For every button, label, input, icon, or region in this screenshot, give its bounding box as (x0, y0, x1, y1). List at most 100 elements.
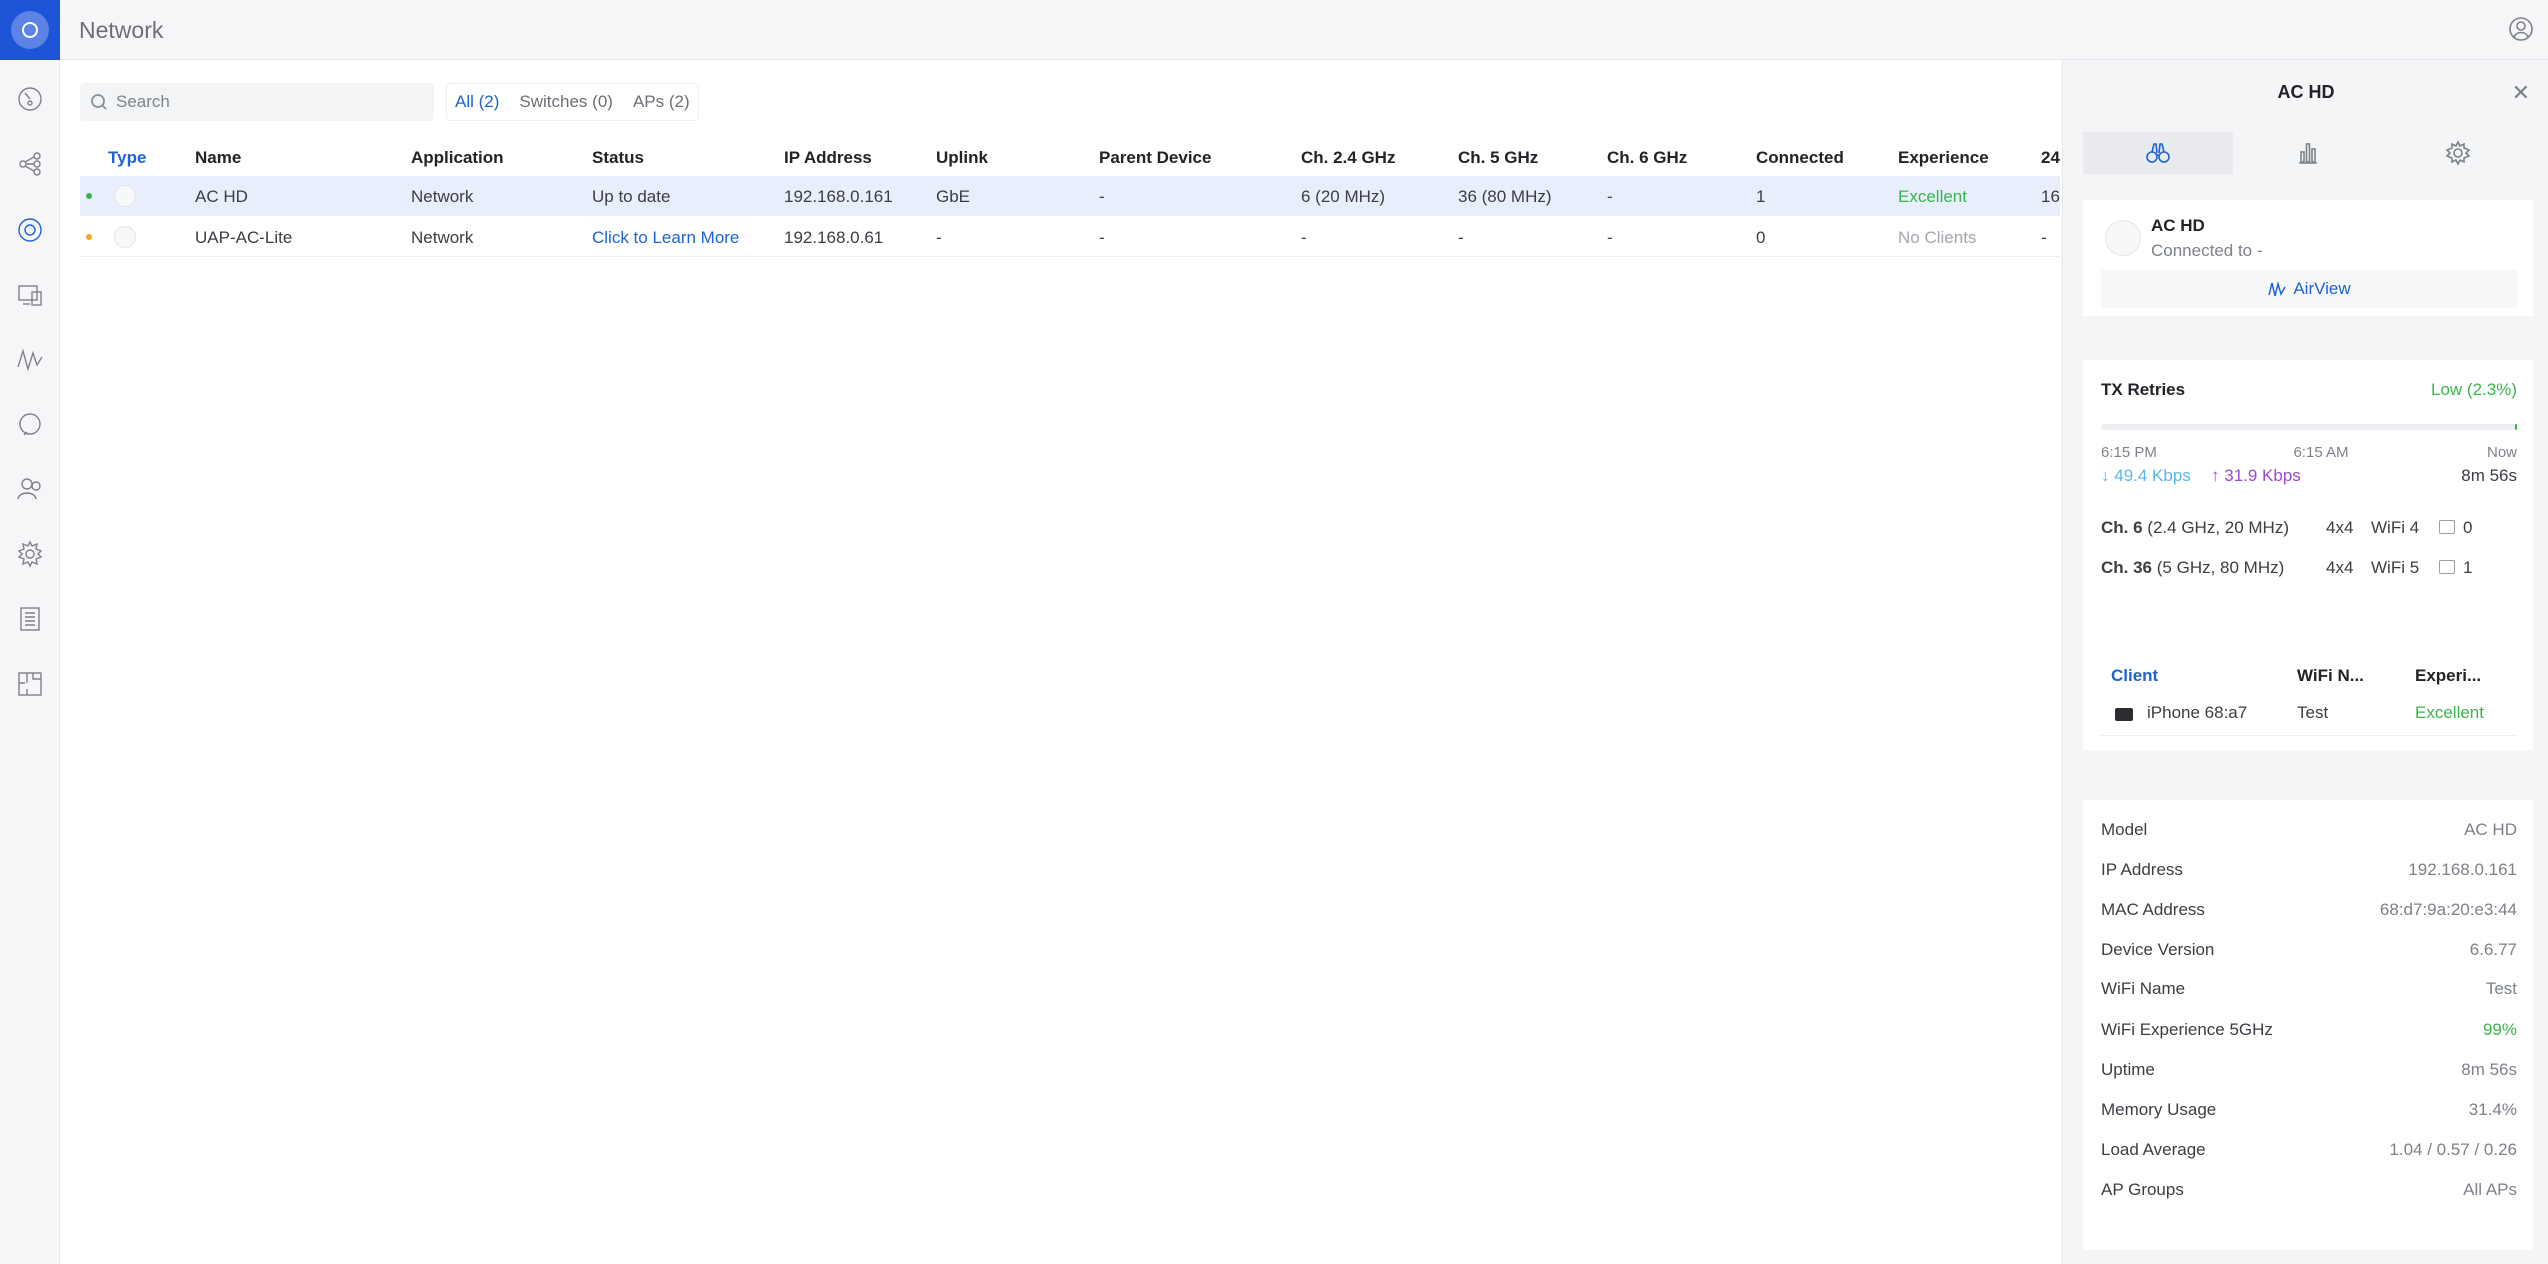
client-experience: Excellent (2415, 703, 2484, 722)
upload-rate: ↑ 31.9 Kbps (2211, 466, 2301, 485)
row-parent: - (1099, 187, 1105, 206)
col-application[interactable]: Application (411, 148, 504, 168)
left-nav-rail (0, 0, 60, 1264)
user-account-icon[interactable] (2508, 16, 2534, 42)
col-connected[interactable]: Connected (1756, 148, 1844, 168)
filter-switches[interactable]: Switches (0) (519, 92, 613, 112)
col-24[interactable]: 24 (2041, 148, 2060, 168)
close-icon[interactable]: ✕ (2512, 82, 2530, 104)
row-ip: 192.168.0.161 (784, 187, 893, 206)
col-ch-6ghz[interactable]: Ch. 6 GHz (1607, 148, 1687, 168)
row-extra: - (2041, 228, 2047, 247)
col-ch-5ghz[interactable]: Ch. 5 GHz (1458, 148, 1538, 168)
col-experience[interactable]: Experience (1898, 148, 1989, 168)
channel-mimo: 4x4 (2326, 558, 2354, 577)
airview-button[interactable]: AirView (2101, 270, 2517, 308)
table-row[interactable]: AC HD Network Up to date 192.168.0.161 G… (80, 176, 2060, 216)
search-box[interactable] (80, 83, 434, 121)
channel-mimo: 4x4 (2326, 518, 2354, 537)
row-application: Network (411, 187, 474, 206)
device-details-card: Model AC HD IP Address 192.168.0.161 MAC A… (2083, 800, 2533, 1250)
online-status-dot (86, 193, 92, 199)
row-uplink: GbE (936, 187, 971, 206)
table-row[interactable]: UAP-AC-Lite Network Click to Learn More … (80, 217, 2060, 257)
row-application: Network (411, 228, 474, 247)
col-status[interactable]: Status (592, 148, 644, 168)
unifi-logo[interactable] (0, 0, 60, 60)
device-summary-card: AC HD Connected to - AirView (2083, 200, 2533, 316)
channel-row: Ch. 6 (2.4 GHz, 20 MHz) 4x4 WiFi 4 0 (2101, 518, 2517, 546)
detail-label: WiFi Name (2101, 979, 2186, 998)
row-ch6: - (1607, 228, 1613, 247)
insights-icon[interactable] (0, 340, 60, 380)
channel-number: Ch. 6 (2101, 518, 2143, 537)
row-name: AC HD (195, 187, 248, 206)
tab-settings[interactable] (2383, 132, 2533, 174)
channel-wifi: WiFi 5 (2371, 558, 2420, 577)
device-filter-tabs: All (2) Switches (0) APs (2) (446, 83, 699, 121)
clients-col-client[interactable]: Client (2111, 666, 2158, 686)
col-uplink[interactable]: Uplink (936, 148, 988, 168)
tx-retries-card: TX Retries Low (2.3%) 6:15 PM 6:15 AM No… (2083, 360, 2533, 676)
logs-icon[interactable] (0, 599, 60, 639)
clients-card: Client WiFi N... Experi... iPhone 68:a7 … (2083, 640, 2533, 750)
detail-value: AC HD (2464, 820, 2517, 839)
row-experience: Excellent (1898, 187, 1967, 206)
tx-retries-fill (2514, 424, 2517, 430)
detail-value: 8m 56s (2461, 1060, 2517, 1079)
clients-col-wifi[interactable]: WiFi N... (2297, 666, 2364, 686)
col-ip-address[interactable]: IP Address (784, 148, 872, 168)
device-detail-panel: AC HD ✕ AC HD Connected to - AirView TX … (2062, 60, 2548, 1264)
col-name[interactable]: Name (195, 148, 241, 168)
settings-icon[interactable] (0, 534, 60, 574)
channel-clients: 1 (2463, 558, 2473, 577)
device-name: AC HD (2151, 216, 2205, 235)
channel-wifi: WiFi 4 (2371, 518, 2420, 537)
dashboard-icon[interactable] (0, 79, 60, 119)
upload-value: 31.9 Kbps (2224, 466, 2301, 485)
row-connected: 0 (1756, 228, 1766, 247)
filter-all[interactable]: All (2) (455, 92, 499, 112)
logo-icon (11, 11, 49, 49)
row-uplink: - (936, 228, 942, 247)
devices-icon[interactable] (0, 210, 60, 250)
detail-label: Device Version (2101, 940, 2215, 959)
pending-status-dot (86, 234, 92, 240)
connected-to: Connected to - (2151, 241, 2263, 260)
col-parent-device[interactable]: Parent Device (1099, 148, 1211, 168)
client-name: iPhone 68:a7 (2147, 703, 2248, 722)
detail-value: 6.6.77 (2469, 940, 2517, 959)
topology-icon[interactable] (0, 144, 60, 184)
time-mid: 6:15 AM (2293, 444, 2349, 461)
download-rate: ↓ 49.4 Kbps (2101, 466, 2191, 485)
row-ch24: - (1301, 228, 1307, 247)
ap-device-icon (114, 226, 136, 248)
channel-number: Ch. 36 (2101, 558, 2153, 577)
learn-more-link[interactable]: Click to Learn More (592, 228, 739, 248)
panel-tabs (2083, 132, 2533, 174)
alerts-icon[interactable] (0, 405, 60, 445)
airview-icon (2268, 281, 2286, 297)
download-value: 49.4 Kbps (2114, 466, 2191, 485)
search-input[interactable] (116, 92, 416, 112)
detail-label: Uptime (2101, 1060, 2155, 1079)
client-devices-icon[interactable] (0, 275, 60, 315)
time-start: 6:15 PM (2101, 444, 2157, 461)
tab-overview[interactable] (2083, 132, 2233, 174)
filter-aps[interactable]: APs (2) (633, 92, 690, 112)
col-ch-24ghz[interactable]: Ch. 2.4 GHz (1301, 148, 1395, 168)
users-icon[interactable] (0, 469, 60, 509)
row-ip: 192.168.0.61 (784, 228, 884, 247)
detail-label: MAC Address (2101, 900, 2205, 919)
panel-title: AC HD (2277, 82, 2335, 102)
detail-label: Load Average (2101, 1140, 2206, 1159)
row-name: UAP-AC-Lite (195, 228, 293, 247)
floorplan-icon[interactable] (0, 664, 60, 704)
client-row[interactable]: iPhone 68:a7 Test Excellent (2101, 692, 2517, 736)
clients-col-experience[interactable]: Experi... (2415, 666, 2481, 686)
clients-icon (2439, 560, 2455, 574)
col-type[interactable]: Type (108, 148, 146, 168)
channel-detail: (2.4 GHz, 20 MHz) (2147, 518, 2289, 537)
tab-statistics[interactable] (2233, 132, 2383, 174)
detail-label: WiFi Experience 5GHz (2101, 1020, 2273, 1039)
